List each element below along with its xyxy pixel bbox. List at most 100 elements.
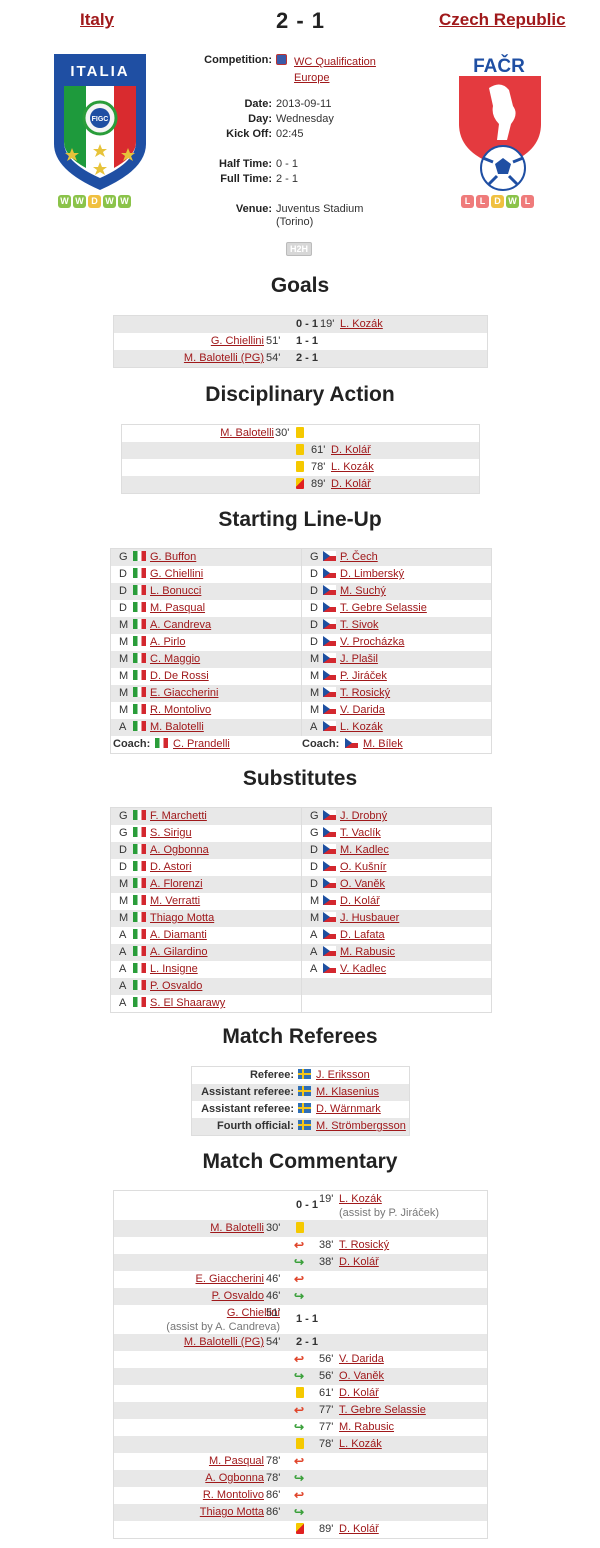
home-player-text[interactable]: G. Buffon [150,551,196,563]
commentary-away-player-text[interactable]: V. Darida [339,1353,384,1365]
home-player[interactable]: A. Pirlo [150,634,300,651]
home-player-text[interactable]: M. Pasqual [150,602,205,614]
away-player[interactable]: M. Rabusic [340,944,490,961]
commentary-away-player[interactable]: T. Gebre Selassie [339,1402,484,1419]
commentary-away-player[interactable] [339,1271,484,1288]
away-team-link[interactable]: Czech Republic [439,10,566,30]
away-player[interactable]: V. Procházka [340,634,490,651]
home-player-text[interactable]: A. Florenzi [150,878,203,890]
commentary-home-player[interactable]: A. Ogbonna [114,1470,264,1487]
commentary-away-player[interactable]: T. Rosický [339,1237,484,1254]
home-player[interactable]: M. Pasqual [150,600,300,617]
home-player[interactable]: M. Verratti [150,893,300,910]
commentary-home-player[interactable]: M. Balotelli (PG) [114,1334,264,1351]
goal-home-scorer[interactable] [114,316,264,333]
commentary-home-player[interactable] [114,1402,264,1419]
commentary-home-player[interactable]: M. Balotelli [114,1220,264,1237]
home-player-text[interactable]: A. Pirlo [150,636,185,648]
commentary-away-player[interactable]: D. Kolář [339,1521,484,1538]
commentary-away-player[interactable]: O. Vaněk [339,1368,484,1385]
card-away-player[interactable] [331,425,471,442]
away-player-text[interactable]: T. Rosický [340,687,390,699]
away-player-text[interactable]: D. Lafata [340,929,385,941]
commentary-home-player-text[interactable]: M. Balotelli [210,1222,264,1234]
referee-name-text[interactable]: M. Strömbergsson [316,1120,406,1132]
commentary-away-player[interactable]: D. Kolář [339,1385,484,1402]
away-player[interactable]: M. Kadlec [340,842,490,859]
home-player[interactable]: D. Astori [150,859,300,876]
commentary-home-player[interactable] [114,1385,264,1402]
commentary-away-player[interactable]: V. Darida [339,1351,484,1368]
commentary-away-player-text[interactable]: D. Kolář [339,1256,379,1268]
home-player-text[interactable]: D. Astori [150,861,192,873]
commentary-away-player-text[interactable]: T. Rosický [339,1239,389,1251]
goal-away-scorer[interactable]: L. Kozák [340,316,480,333]
away-player[interactable]: M. Suchý [340,583,490,600]
commentary-home-player[interactable] [114,1521,264,1538]
referee-name[interactable]: J. Eriksson [316,1067,411,1084]
home-player[interactable]: S. Sirigu [150,825,300,842]
away-player-text[interactable]: D. Kolář [340,895,380,907]
commentary-away-player[interactable] [339,1487,484,1504]
commentary-away-player-text[interactable]: M. Rabusic [339,1421,394,1433]
home-player[interactable]: G. Chiellini [150,566,300,583]
home-player-text[interactable]: C. Maggio [150,653,200,665]
home-player-text[interactable]: M. Verratti [150,895,200,907]
home-player-text[interactable]: S. El Shaarawy [150,997,225,1009]
card-home-player-text[interactable]: M. Balotelli [220,427,274,439]
commentary-home-player[interactable] [114,1351,264,1368]
away-player[interactable]: T. Gebre Selassie [340,600,490,617]
commentary-away-player[interactable]: L. Kozák [339,1436,484,1453]
away-player[interactable]: T. Rosický [340,685,490,702]
commentary-home-player-text[interactable]: A. Ogbonna [205,1472,264,1484]
away-player-text[interactable]: D. Limberský [340,568,404,580]
away-player[interactable]: J. Plašil [340,651,490,668]
commentary-home-player[interactable] [114,1368,264,1385]
commentary-away-player[interactable] [339,1288,484,1305]
home-player-text[interactable]: M. Balotelli [150,721,204,733]
card-away-player[interactable]: L. Kozák [331,459,471,476]
home-team-link[interactable]: Italy [80,10,114,30]
away-player-text[interactable]: M. Rabusic [340,946,395,958]
away-player-text[interactable]: L. Kozák [340,721,383,733]
home-player-text[interactable]: L. Insigne [150,963,198,975]
away-player[interactable]: T. Vaclík [340,825,490,842]
away-player-text[interactable]: O. Vaněk [340,878,385,890]
home-player-text[interactable]: G. Chiellini [150,568,203,580]
home-player-text[interactable]: A. Candreva [150,619,211,631]
commentary-home-player[interactable]: P. Osvaldo [114,1288,264,1305]
home-player[interactable]: M. Balotelli [150,719,300,736]
home-player-text[interactable]: E. Giaccherini [150,687,218,699]
commentary-home-player[interactable]: M. Pasqual [114,1453,264,1470]
away-player-text[interactable]: V. Darida [340,704,385,716]
commentary-home-player[interactable]: E. Giaccherini [114,1271,264,1288]
away-player-text[interactable]: J. Plašil [340,653,378,665]
commentary-away-player[interactable]: M. Rabusic [339,1419,484,1436]
away-player-text[interactable]: M. Suchý [340,585,386,597]
home-player[interactable]: A. Candreva [150,617,300,634]
competition-link[interactable]: WC Qualification Europe [294,54,404,86]
commentary-away-player-text[interactable]: D. Kolář [339,1387,379,1399]
away-player[interactable]: J. Husbauer [340,910,490,927]
commentary-home-player[interactable]: R. Montolivo [114,1487,264,1504]
home-player[interactable]: L. Bonucci [150,583,300,600]
home-player-text[interactable]: Thiago Motta [150,912,214,924]
away-player-text[interactable]: P. Čech [340,551,378,563]
commentary-home-player[interactable] [114,1419,264,1436]
away-player-text[interactable]: V. Kadlec [340,963,386,975]
away-player[interactable]: L. Kozák [340,719,490,736]
away-coach[interactable]: M. Bílek [363,736,483,753]
away-player-text[interactable]: M. Kadlec [340,844,389,856]
card-home-player[interactable] [122,442,274,459]
away-player[interactable]: O. Kušnír [340,859,490,876]
home-player[interactable]: G. Buffon [150,549,300,566]
away-player[interactable]: O. Vaněk [340,876,490,893]
away-player-text[interactable]: T. Gebre Selassie [340,602,427,614]
goal-away-scorer-text[interactable]: L. Kozák [340,318,383,330]
commentary-home-player-text[interactable]: E. Giaccherini [196,1273,264,1285]
home-player-text[interactable]: P. Osvaldo [150,980,202,992]
commentary-away-player[interactable] [339,1453,484,1470]
goal-home-scorer-text[interactable]: G. Chiellini [211,335,264,347]
referee-name[interactable]: M. Klasenius [316,1084,411,1101]
home-player[interactable]: Thiago Motta [150,910,300,927]
